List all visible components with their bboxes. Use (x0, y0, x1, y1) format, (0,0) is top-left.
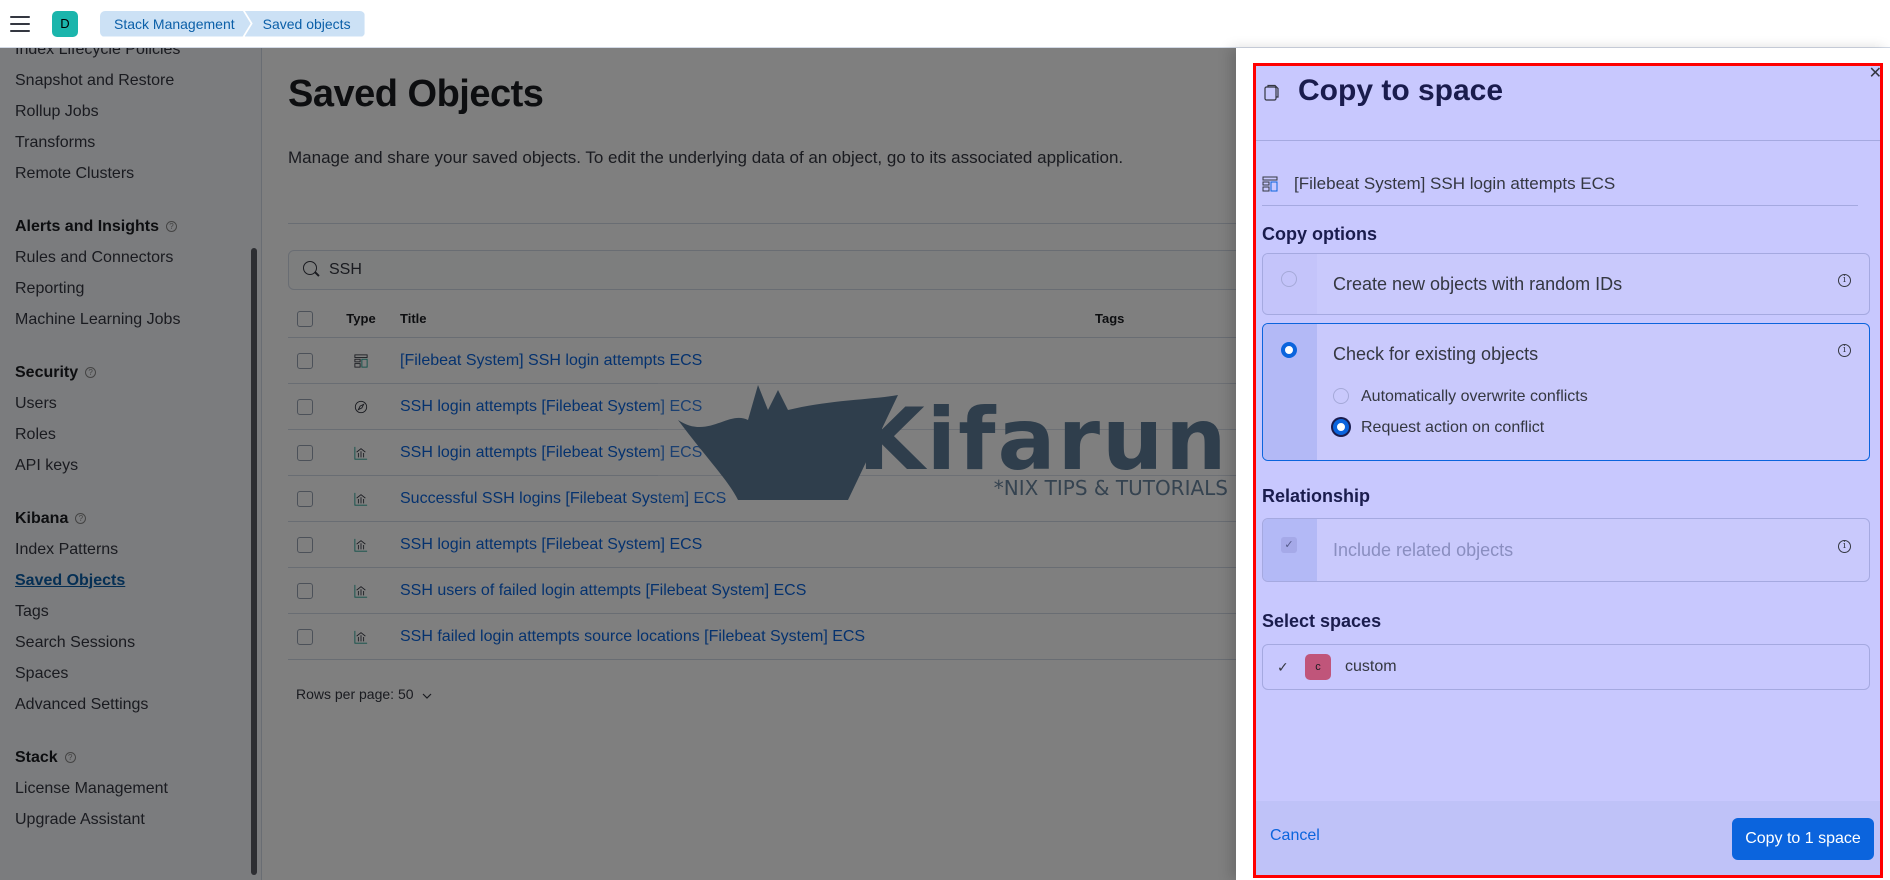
breadcrumb-saved-objects[interactable]: Saved objects (244, 10, 365, 37)
hamburger-line (10, 22, 30, 25)
info-icon[interactable]: i (1838, 540, 1851, 553)
modal-overlay[interactable] (0, 48, 1236, 880)
space-option-custom[interactable]: ✓ c custom (1262, 644, 1870, 690)
radio-check-existing[interactable] (1281, 342, 1297, 358)
cancel-button[interactable]: Cancel (1270, 827, 1320, 845)
space-avatar[interactable]: D (52, 10, 78, 37)
sub-option-label: Automatically overwrite conflicts (1361, 388, 1588, 405)
option-check-existing[interactable]: Check for existing objects i Automatical… (1262, 323, 1870, 461)
flyout-footer: Cancel Copy to 1 space (1256, 801, 1880, 875)
flyout-title: Copy to space (1298, 74, 1504, 107)
copy-to-space-flyout: ✕ Copy to space [Filebeat System] SSH lo… (1236, 48, 1890, 880)
dashboard-icon (1262, 176, 1278, 191)
radio-auto-overwrite[interactable] (1333, 388, 1349, 404)
copy-icon (1264, 84, 1279, 101)
option-label: Create new objects with random IDs (1333, 274, 1623, 294)
copy-to-space-button[interactable]: Copy to 1 space (1732, 818, 1874, 860)
space-avatar: c (1305, 654, 1331, 680)
option-include-related: ✓ Include related objects i (1262, 518, 1870, 582)
radio-request-action[interactable] (1333, 419, 1349, 435)
sub-option-label: Request action on conflict (1361, 419, 1545, 436)
flyout-header: Copy to space (1256, 66, 1880, 141)
info-icon[interactable]: i (1838, 274, 1851, 287)
object-summary: [Filebeat System] SSH login attempts ECS (1262, 162, 1858, 206)
hamburger-line (10, 15, 30, 18)
flyout-highlight-frame: ✕ Copy to space [Filebeat System] SSH lo… (1253, 63, 1883, 878)
select-spaces-title: Select spaces (1262, 611, 1382, 631)
object-title: [Filebeat System] SSH login attempts ECS (1294, 173, 1616, 193)
hamburger-line (10, 29, 30, 32)
top-header: D Stack Management Saved objects (0, 0, 1890, 48)
menu-button[interactable] (10, 15, 30, 32)
check-icon: ✓ (1277, 658, 1289, 675)
option-random-ids[interactable]: Create new objects with random IDs i (1262, 253, 1870, 315)
space-name: custom (1345, 658, 1397, 675)
copy-options-title: Copy options (1262, 224, 1377, 244)
checkbox-include-related: ✓ (1281, 537, 1297, 553)
radio-random-ids[interactable] (1281, 271, 1297, 287)
option-label: Include related objects (1333, 540, 1514, 560)
relationship-title: Relationship (1262, 486, 1371, 506)
info-icon[interactable]: i (1838, 344, 1851, 357)
breadcrumb: Stack Management Saved objects (100, 10, 365, 37)
option-label: Check for existing objects (1333, 344, 1539, 364)
breadcrumb-stack-management[interactable]: Stack Management (100, 11, 251, 37)
